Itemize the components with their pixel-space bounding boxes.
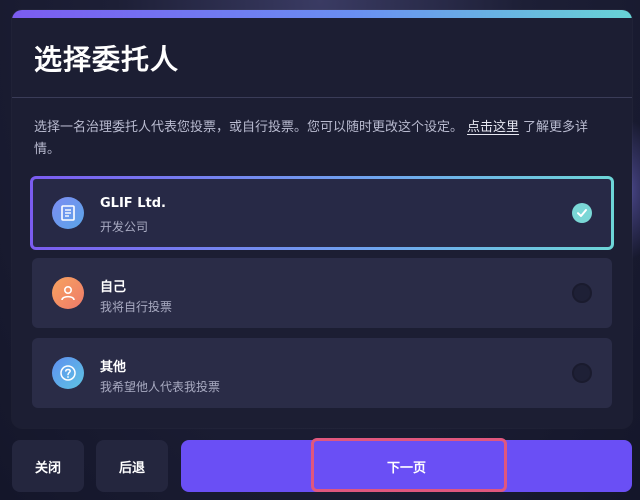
modal-accent-strip bbox=[12, 10, 632, 18]
option-other[interactable]: 其他 我希望他人代表我投票 bbox=[32, 338, 612, 408]
next-page-button[interactable]: 下一页 bbox=[181, 440, 632, 492]
modal-title: 选择委托人 bbox=[34, 43, 180, 76]
question-icon bbox=[52, 357, 84, 389]
title-divider bbox=[12, 97, 632, 98]
option-title: 其他 bbox=[100, 360, 127, 375]
user-icon bbox=[52, 277, 84, 309]
radio-button[interactable] bbox=[572, 363, 592, 383]
description-text: 选择一名治理委托人代表您投票，或自行投票。您可以随时更改这个设定。 bbox=[34, 120, 464, 135]
learn-more-link[interactable]: 点击这里 bbox=[467, 120, 519, 135]
option-glif[interactable]: GLIF Ltd. 开发公司 bbox=[30, 176, 614, 250]
close-button[interactable]: 关闭 bbox=[12, 440, 84, 492]
glif-logo-icon bbox=[52, 197, 84, 229]
back-button[interactable]: 后退 bbox=[96, 440, 168, 492]
radio-button[interactable] bbox=[572, 283, 592, 303]
modal-description: 选择一名治理委托人代表您投票，或自行投票。您可以随时更改这个设定。 点击这里 了解更… bbox=[34, 117, 614, 161]
option-title: 自己 bbox=[100, 280, 127, 295]
checkmark-icon bbox=[572, 203, 592, 223]
option-subtitle: 我将自行投票 bbox=[100, 300, 173, 314]
option-self[interactable]: 自己 我将自行投票 bbox=[32, 258, 612, 328]
option-subtitle: 开发公司 bbox=[100, 220, 149, 234]
option-subtitle: 我希望他人代表我投票 bbox=[100, 380, 221, 394]
option-title: GLIF Ltd. bbox=[100, 196, 166, 211]
delegate-modal: 选择委托人 选择一名治理委托人代表您投票，或自行投票。您可以随时更改这个设定。点… bbox=[12, 10, 632, 428]
